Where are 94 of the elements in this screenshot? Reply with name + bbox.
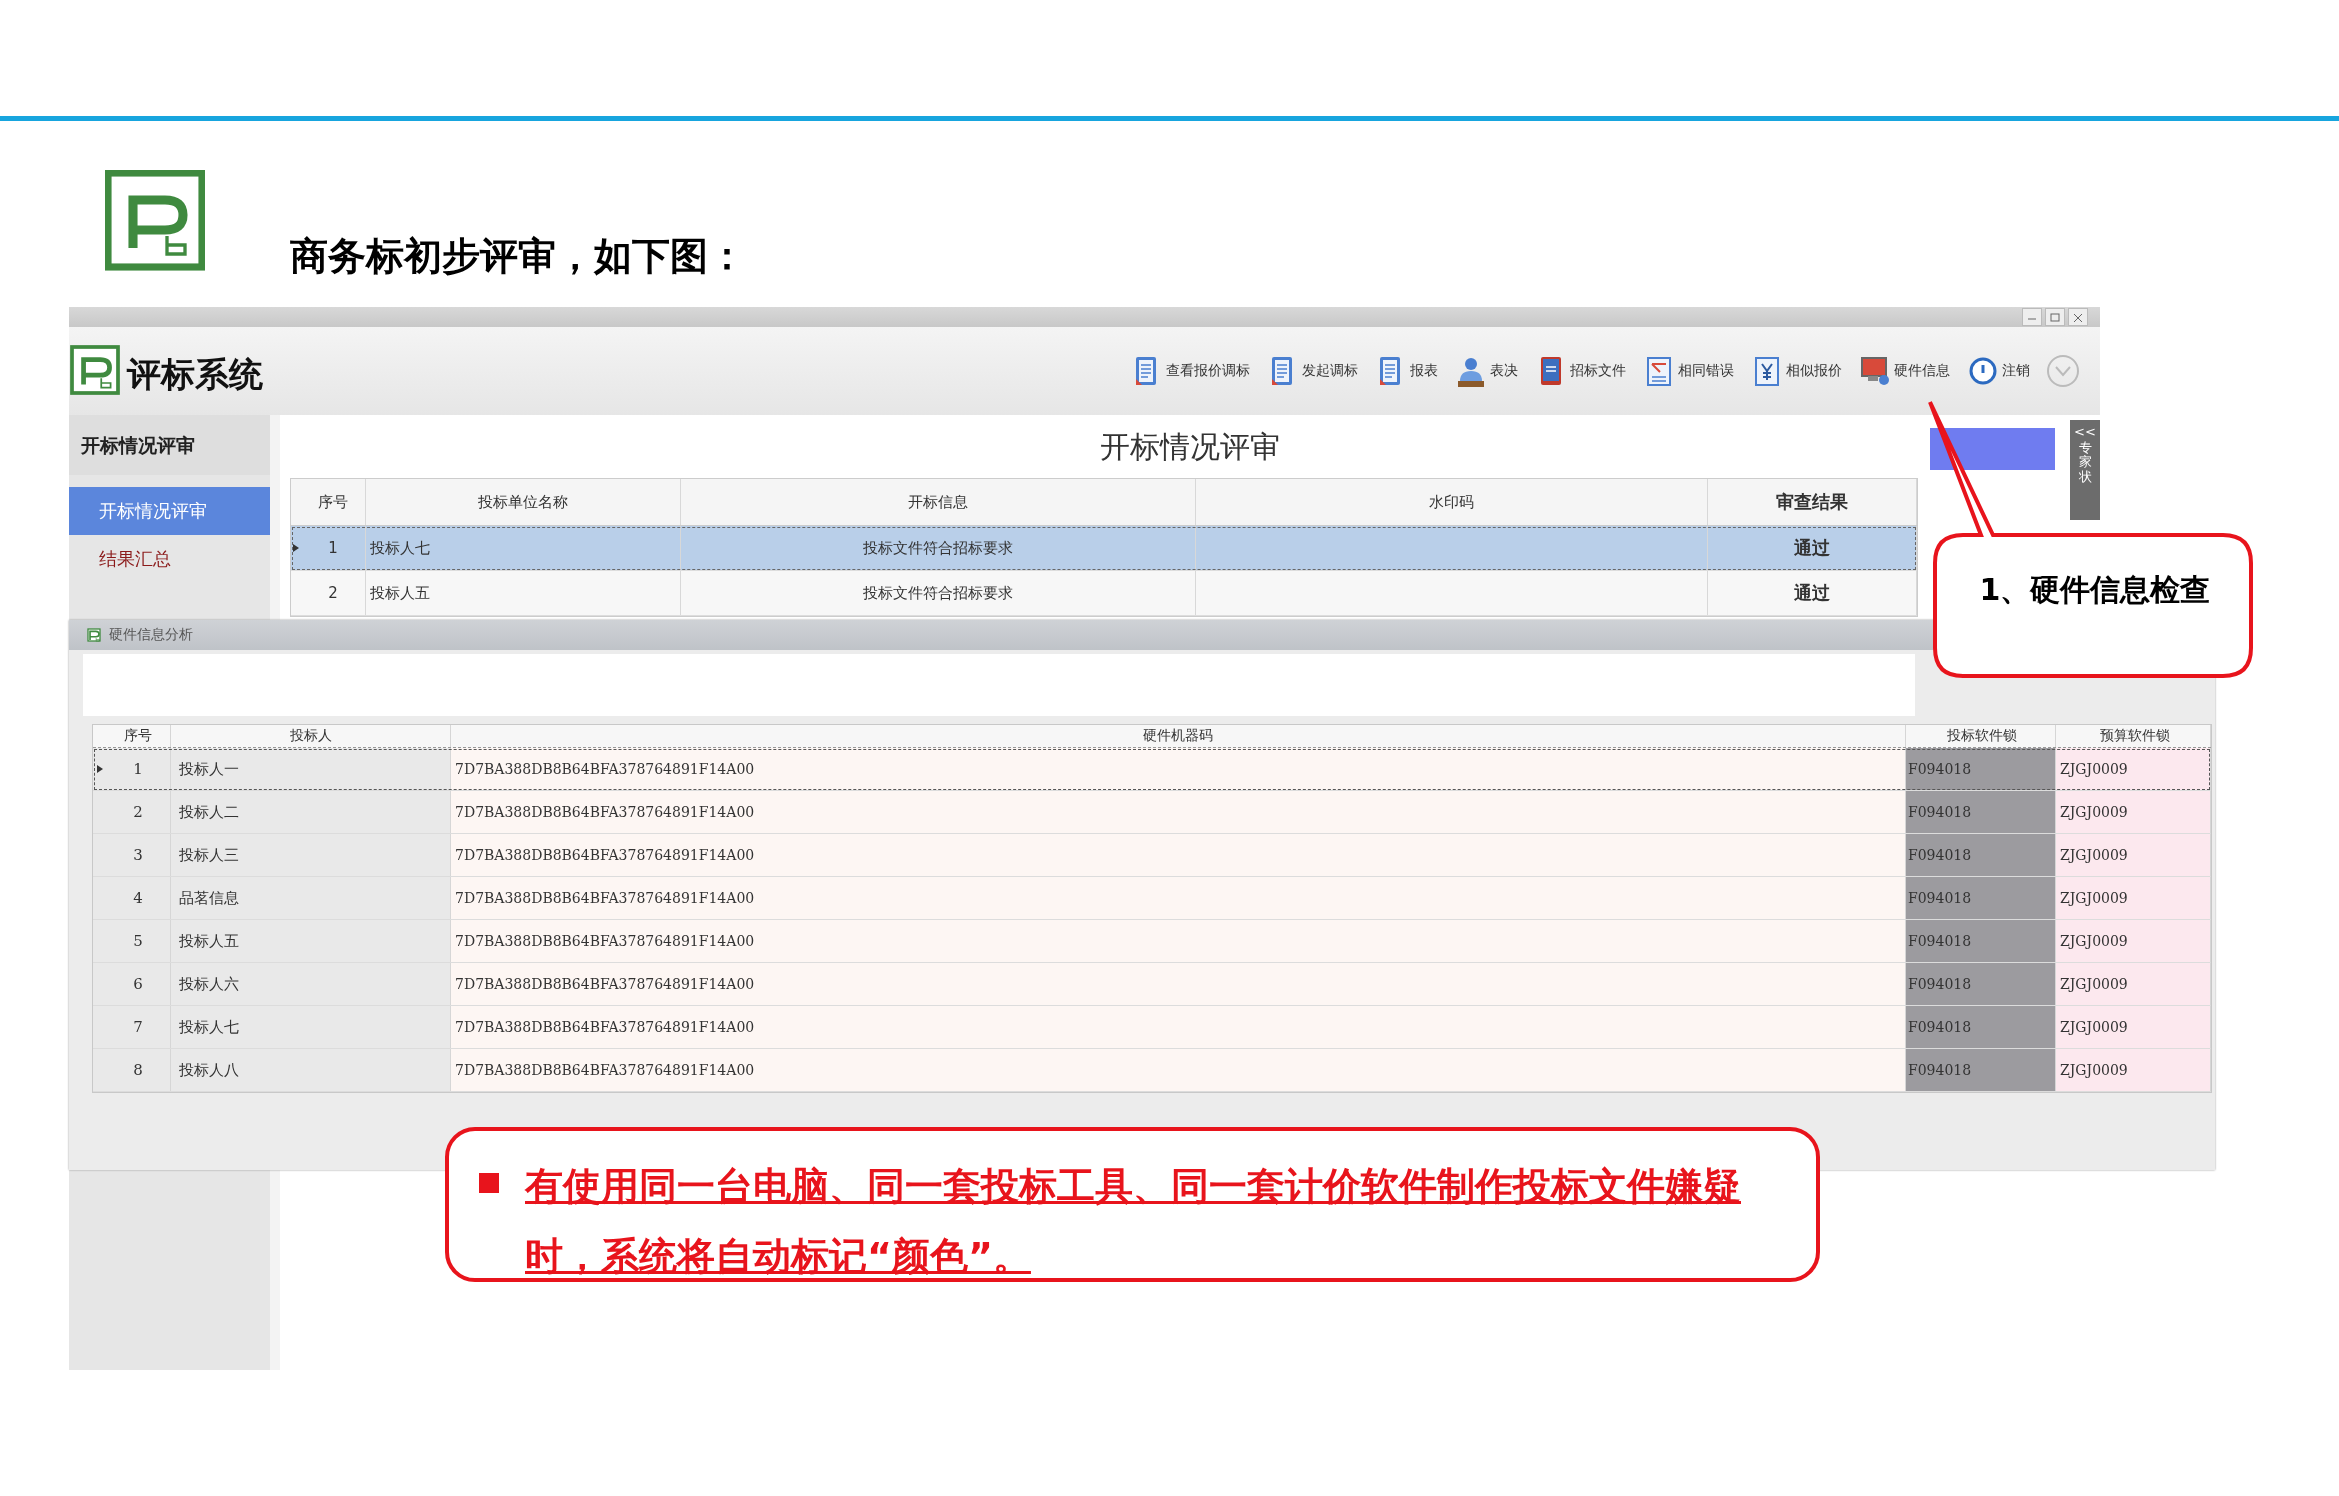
toolbar-button[interactable]: 查看报价调标 [1130,353,1252,389]
callout-text: 有使用同一台电脑、同一套投标工具、同一套计价软件制作投标文件嫌疑时，系统将自动标记“颜色”。 [525,1163,1742,1280]
table-cell: 通过 [1708,526,1917,570]
column-header: 投标单位名称 [366,479,681,525]
logo-icon [85,626,103,644]
table-cell: 2 [301,571,366,615]
table-row[interactable]: 2 投标人五 投标文件符合招标要求 通过 [291,571,1917,616]
toolbar-button[interactable]: 相似报价 [1750,353,1844,389]
toolbar-button[interactable]: 注销 [1966,353,2032,389]
table-row[interactable]: 1 投标人一 7D7BA388DB8B64BFA378764891F14A00 F094018 ZJGJ0009 [93,748,2211,791]
toolbar-button[interactable]: 硬件信息 [1858,353,1952,389]
table-cell: ZJGJ0009 [2056,791,2211,833]
logo-icon [105,170,205,272]
yen-icon [1752,355,1782,387]
table-cell: 7D7BA388DB8B64BFA378764891F14A00 [451,1049,1906,1091]
panel-title: 开标情况评审 [1099,428,1281,466]
table-cell: ZJGJ0009 [2056,834,2211,876]
table-cell: 7 [106,1006,171,1048]
table-cell: F094018 [1906,963,2056,1005]
table-cell: 投标文件符合招标要求 [681,526,1196,570]
column-header: 硬件机器码 [451,725,1906,747]
column-header: 审查结果 [1708,479,1917,525]
table-cell: 7D7BA388DB8B64BFA378764891F14A00 [451,877,1906,919]
row-pointer-icon [96,765,103,773]
table-cell: 2 [106,791,171,833]
toolbar-button[interactable]: 招标文件 [1534,353,1628,389]
table-row[interactable]: 7 投标人七 7D7BA388DB8B64BFA378764891F14A00 F094018 ZJGJ0009 [93,1006,2211,1049]
table-cell: ZJGJ0009 [2056,963,2211,1005]
table-cell: 投标人七 [366,526,681,570]
table-cell: 7D7BA388DB8B64BFA378764891F14A00 [451,920,1906,962]
sidebar-item[interactable]: 结果汇总 [69,535,270,583]
table-cell: F094018 [1906,834,2056,876]
chevron-down-icon[interactable] [2046,354,2080,388]
row-pointer-icon [293,544,299,552]
table-cell: 通过 [1708,571,1917,615]
column-header: 序号 [301,479,366,525]
table-row[interactable]: 4 品茗信息 7D7BA388DB8B64BFA378764891F14A00 F094018 ZJGJ0009 [93,877,2211,920]
person-icon [1456,355,1486,387]
column-header: 开标信息 [681,479,1196,525]
column-header: 预算软件锁 [2056,725,2211,747]
toolbar-button[interactable]: 表决 [1454,353,1520,389]
table-row[interactable]: 2 投标人二 7D7BA388DB8B64BFA378764891F14A00 F094018 ZJGJ0009 [93,791,2211,834]
close-icon[interactable] [2068,308,2088,326]
table-cell: ZJGJ0009 [2056,920,2211,962]
table-cell: 7D7BA388DB8B64BFA378764891F14A00 [451,963,1906,1005]
table-cell: F094018 [1906,791,2056,833]
table-cell: ZJGJ0009 [2056,748,2211,790]
minimize-icon[interactable] [2022,308,2042,326]
toolbar-button[interactable]: 报表 [1374,353,1440,389]
toolbar-button[interactable]: 相同错误 [1642,353,1736,389]
table-cell: F094018 [1906,748,2056,790]
monitor-icon [1860,355,1890,387]
table-cell: ZJGJ0009 [2056,1006,2211,1048]
slide-heading: 商务标初步评审，如下图： [290,233,746,280]
table-cell: F094018 [1906,1006,2056,1048]
table-cell: 4 [106,877,171,919]
table-row[interactable]: 6 投标人六 7D7BA388DB8B64BFA378764891F14A00 F094018 ZJGJ0009 [93,963,2211,1006]
table-row[interactable]: 8 投标人八 7D7BA388DB8B64BFA378764891F14A00 F094018 ZJGJ0009 [93,1049,2211,1092]
sidebar-item[interactable]: 开标情况评审 [69,487,270,535]
table-icon [1644,355,1674,387]
table-row[interactable]: 1 投标人七 投标文件符合招标要求 通过 [291,526,1917,571]
table-cell: 7D7BA388DB8B64BFA378764891F14A00 [451,1006,1906,1048]
column-header: 水印码 [1196,479,1708,525]
callout-text: 1、硬件信息检查 [1978,571,2212,609]
table-cell: 投标文件符合招标要求 [681,571,1196,615]
table-cell: ZJGJ0009 [2056,1049,2211,1091]
table-cell: 1 [301,526,366,570]
table-cell: 7D7BA388DB8B64BFA378764891F14A00 [451,748,1906,790]
bullet-icon [479,1173,499,1193]
dialog-title: 硬件信息分析 [109,626,193,644]
table-cell: 7D7BA388DB8B64BFA378764891F14A00 [451,834,1906,876]
table-cell: F094018 [1906,877,2056,919]
table-cell: 7D7BA388DB8B64BFA378764891F14A00 [451,791,1906,833]
table-cell: ZJGJ0009 [2056,877,2211,919]
table-cell: 1 [106,748,171,790]
power-icon [1968,355,1998,387]
action-button[interactable] [1930,428,2055,470]
table-cell: 投标人五 [366,571,681,615]
table-cell: 5 [106,920,171,962]
table-row[interactable]: 5 投标人五 7D7BA388DB8B64BFA378764891F14A00 F094018 ZJGJ0009 [93,920,2211,963]
table-cell: 3 [106,834,171,876]
table-cell: F094018 [1906,920,2056,962]
table-cell: F094018 [1906,1049,2056,1091]
table-row[interactable]: 3 投标人三 7D7BA388DB8B64BFA378764891F14A00 F094018 ZJGJ0009 [93,834,2211,877]
column-header: 投标人 [171,725,451,747]
table-cell: 8 [106,1049,171,1091]
side-tab[interactable]: << 专家状 [2070,420,2100,520]
column-header: 投标软件锁 [1906,725,2056,747]
app-title: 评标系统 [127,353,263,396]
toolbar-button[interactable]: 发起调标 [1266,353,1360,389]
logo-icon [69,344,121,398]
sidebar-section-title: 开标情况评审 [69,415,270,475]
table-cell: 6 [106,963,171,1005]
column-header: 序号 [106,725,171,747]
